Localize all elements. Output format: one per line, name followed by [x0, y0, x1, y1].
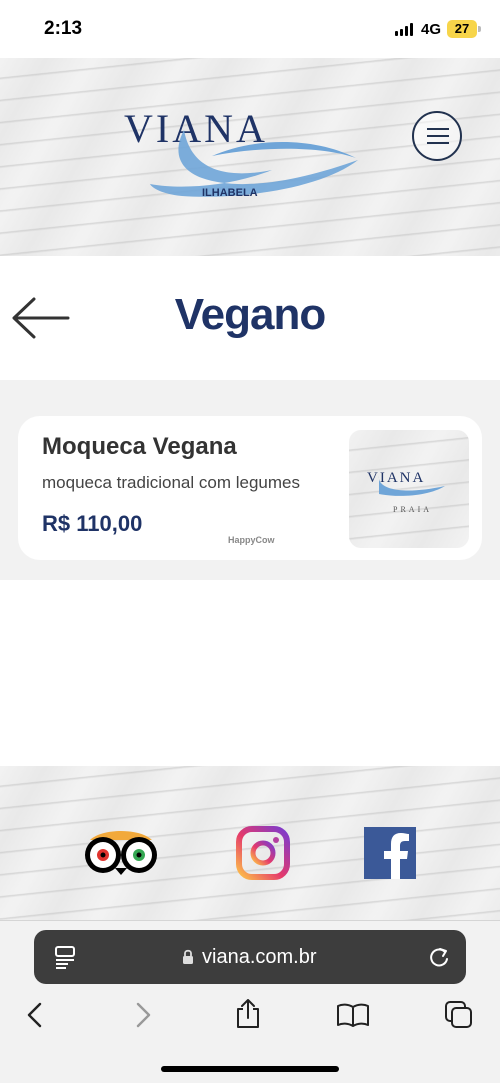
tabs-icon[interactable]: [444, 1000, 474, 1030]
facebook-icon[interactable]: [364, 827, 416, 879]
bookmarks-icon[interactable]: [336, 1002, 370, 1028]
status-bar: 2:13 4G 27: [0, 0, 500, 58]
thumb-logo-text: VIANA: [367, 470, 425, 486]
reload-icon[interactable]: [428, 946, 450, 968]
battery-cap: [478, 26, 481, 32]
url-text: viana.com.br: [202, 946, 317, 968]
hamburger-line: [427, 135, 449, 137]
watermark: HappyCow: [228, 535, 275, 545]
tripadvisor-icon[interactable]: [82, 828, 160, 876]
dish-name: Moqueca Vegana: [42, 433, 237, 460]
thumb-logo: VIANA PRAIA: [367, 470, 445, 514]
thumb-logo-sub: PRAIA: [393, 505, 432, 514]
instagram-icon[interactable]: [236, 826, 290, 880]
reader-icon[interactable]: [54, 945, 76, 969]
home-indicator: [161, 1066, 339, 1072]
forward-icon[interactable]: [132, 1001, 154, 1029]
viana-logo[interactable]: VIANA ILHABELA: [122, 108, 378, 204]
battery-icon: 27: [447, 20, 477, 38]
status-time: 2:13: [44, 18, 83, 39]
hamburger-icon: [427, 128, 449, 130]
hamburger-line: [427, 142, 449, 144]
menu-button[interactable]: [412, 111, 462, 161]
share-icon[interactable]: [234, 998, 262, 1030]
network-label: 4G: [421, 21, 442, 38]
logo-subtitle: ILHABELA: [202, 187, 258, 199]
dish-price: R$ 110,00: [42, 511, 143, 536]
dish-thumbnail: VIANA PRAIA: [349, 430, 469, 548]
logo-text: VIANA: [124, 108, 268, 151]
lock-icon: [183, 949, 193, 964]
back-icon[interactable]: [24, 1001, 46, 1029]
dish-description: moqueca tradicional com legumes: [42, 473, 300, 492]
signal-icon: [395, 23, 417, 36]
page-title: Vegano: [174, 290, 327, 339]
